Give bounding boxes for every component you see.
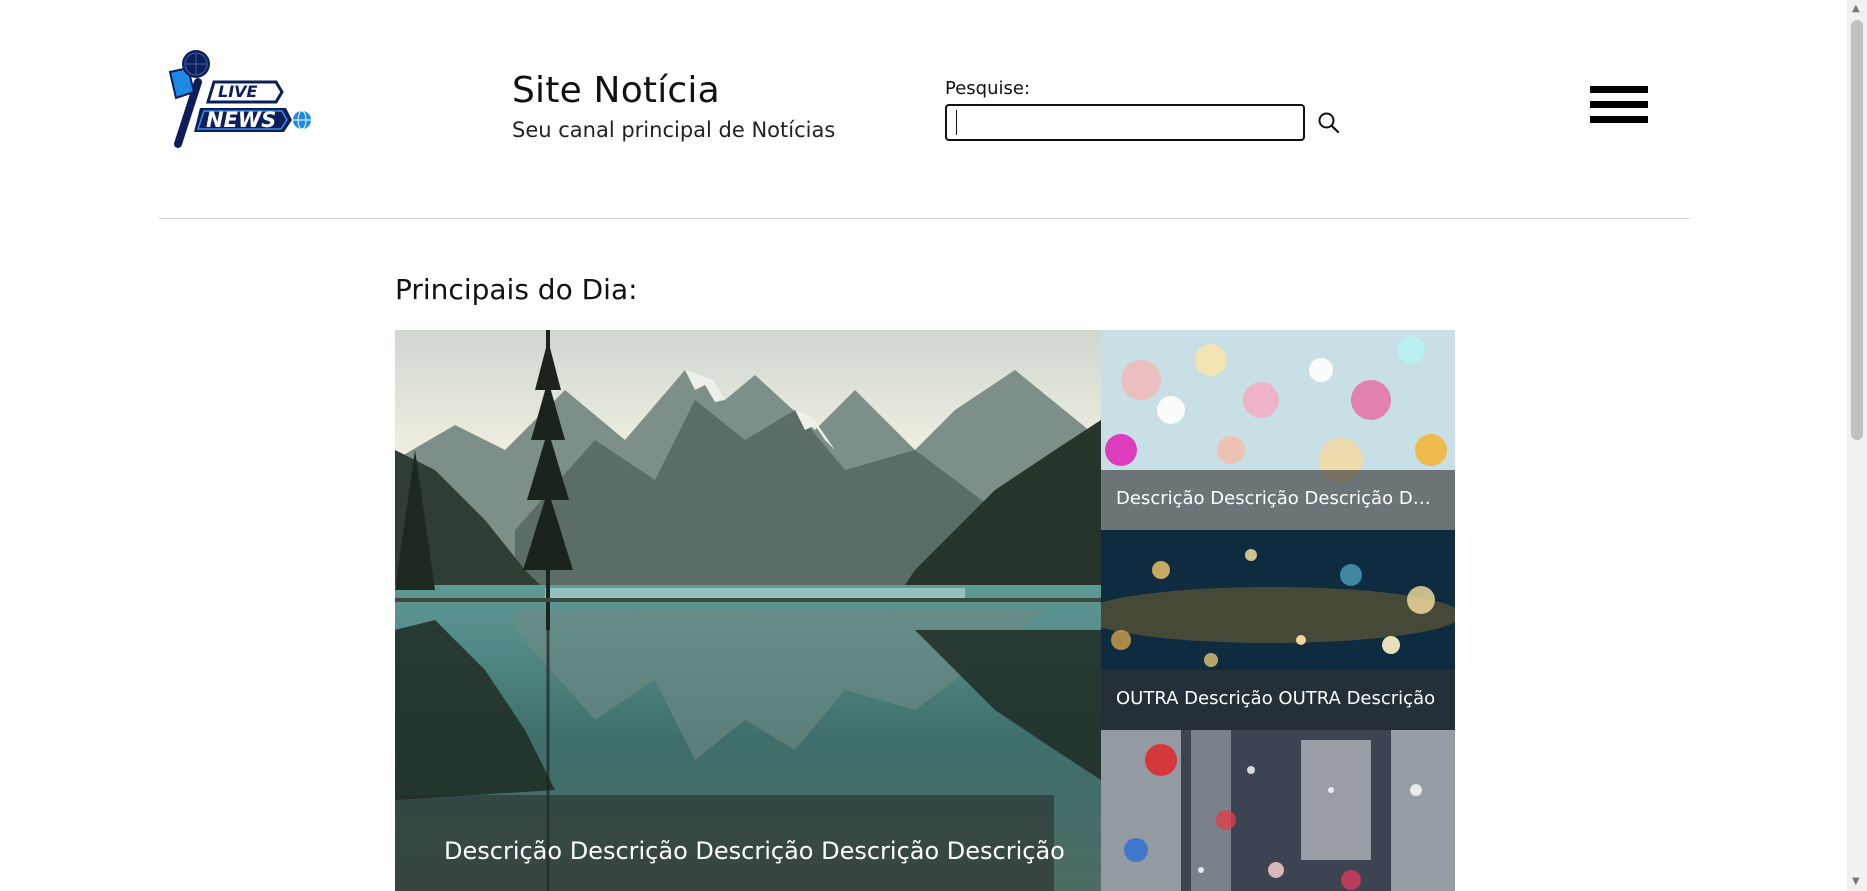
scroll-up-button[interactable]: ▲ bbox=[1847, 0, 1867, 18]
news-card-3[interactable] bbox=[1101, 730, 1455, 891]
news-card-1-caption: Descrição Descrição Descrição Descrição bbox=[1116, 488, 1441, 509]
site-subtitle: Seu canal principal de Notícias bbox=[512, 118, 836, 142]
menu-button[interactable] bbox=[1590, 86, 1648, 130]
logo-live-text: LIVE bbox=[218, 82, 258, 101]
hamburger-menu-icon bbox=[1590, 86, 1648, 123]
chevron-up-icon: ▲ bbox=[1852, 3, 1860, 14]
header-divider bbox=[159, 218, 1690, 219]
rain-drops-image bbox=[1101, 730, 1455, 891]
logo-news-text: NEWS bbox=[206, 108, 277, 132]
scrollbar-thumb[interactable] bbox=[1851, 20, 1863, 440]
live-news-logo[interactable]: LIVE NEWS bbox=[156, 48, 316, 152]
main-news-caption-overlay: Descrição Descrição Descrição Descrição … bbox=[395, 795, 1065, 891]
main-news-caption: Descrição Descrição Descrição Descrição … bbox=[444, 837, 1065, 865]
site-title: Site Notícia bbox=[512, 70, 720, 111]
scroll-down-button[interactable]: ▼ bbox=[1847, 873, 1867, 891]
news-grid: Descrição Descrição Descrição Descrição … bbox=[395, 330, 1455, 891]
news-card-1[interactable]: Descrição Descrição Descrição Descrição bbox=[1101, 330, 1455, 530]
news-card-2-caption-overlay: OUTRA Descrição OUTRA Descrição bbox=[1101, 670, 1455, 730]
news-card-1-caption-overlay: Descrição Descrição Descrição Descrição bbox=[1101, 470, 1455, 530]
search-input[interactable] bbox=[945, 104, 1305, 141]
text-caret bbox=[956, 110, 957, 135]
page-scrollbar[interactable]: ▲ ▼ bbox=[1847, 0, 1867, 891]
news-card-2[interactable]: OUTRA Descrição OUTRA Descrição bbox=[1101, 530, 1455, 730]
chevron-down-icon: ▼ bbox=[1852, 876, 1860, 887]
news-card-2-caption: OUTRA Descrição OUTRA Descrição bbox=[1116, 688, 1436, 709]
search-button[interactable] bbox=[1316, 110, 1342, 136]
search-icon bbox=[1318, 112, 1340, 134]
search-label: Pesquise: bbox=[945, 78, 1031, 99]
main-news-card[interactable]: Descrição Descrição Descrição Descrição … bbox=[395, 330, 1101, 891]
section-title: Principais do Dia: bbox=[395, 273, 638, 306]
